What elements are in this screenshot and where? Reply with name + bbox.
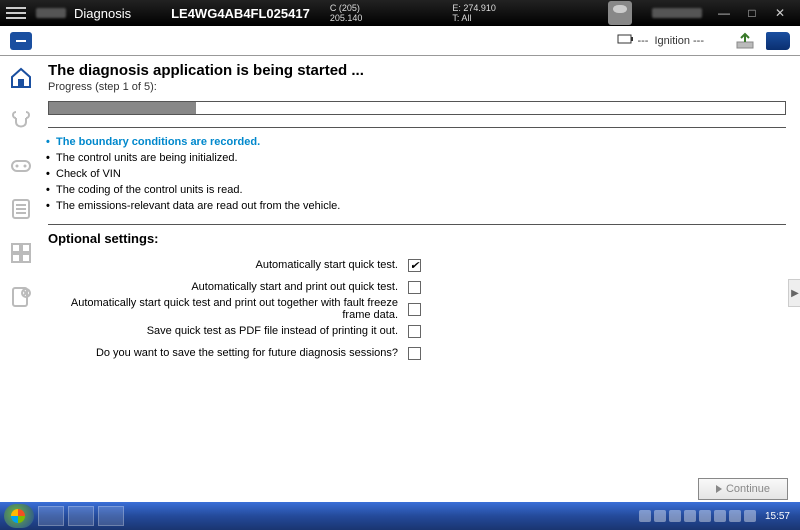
option-row: Automatically start and print out quick … <box>48 276 786 298</box>
sidebar <box>0 56 42 502</box>
battery-icon <box>617 33 635 48</box>
window-maximize-button[interactable]: □ <box>738 4 766 22</box>
option-label: Automatically start quick test. <box>48 259 408 271</box>
sidebar-home-icon[interactable] <box>6 62 36 92</box>
windows-taskbar: 15:57 <box>0 502 800 530</box>
sidebar-report-icon[interactable] <box>6 282 36 312</box>
separator <box>48 224 786 225</box>
taskbar-item[interactable] <box>98 506 124 526</box>
sidebar-grid-icon[interactable] <box>6 238 36 268</box>
battery-status: --- <box>637 35 648 47</box>
collapse-button[interactable] <box>10 32 32 50</box>
obscured-label-2 <box>652 8 702 18</box>
sidebar-controller-icon[interactable] <box>6 150 36 180</box>
tray-icon[interactable] <box>669 510 681 522</box>
option-checkbox[interactable] <box>408 281 421 294</box>
ignition-status: Ignition --- <box>654 35 704 47</box>
option-label: Automatically start quick test and print… <box>48 297 408 321</box>
app-title: Diagnosis <box>74 6 131 21</box>
workspace: The diagnosis application is being start… <box>0 56 800 502</box>
arrow-right-icon <box>716 485 722 493</box>
device-status-icon[interactable] <box>608 1 632 25</box>
taskbar-clock[interactable]: 15:57 <box>765 511 790 522</box>
option-label: Save quick test as PDF file instead of p… <box>48 325 408 337</box>
sidebar-diagnosis-icon[interactable] <box>6 106 36 136</box>
option-checkbox[interactable] <box>408 303 421 316</box>
expand-right-icon[interactable]: ▶ <box>788 279 800 307</box>
system-tray: 15:57 <box>639 510 796 522</box>
option-row: Automatically start quick test. ✔ <box>48 254 786 276</box>
step-item: Check of VIN <box>48 166 786 182</box>
option-label: Do you want to save the setting for futu… <box>48 347 408 359</box>
optional-settings: Automatically start quick test. ✔ Automa… <box>48 254 786 364</box>
toolbar: --- Ignition --- <box>0 26 800 56</box>
option-row: Automatically start quick test and print… <box>48 298 786 320</box>
option-row: Save quick test as PDF file instead of p… <box>48 320 786 342</box>
vin-label: LE4WG4AB4FL025417 <box>171 6 310 21</box>
separator <box>48 127 786 128</box>
vehicle-meta-2: E: 274.910 T: All <box>452 3 496 23</box>
tray-icon[interactable] <box>639 510 651 522</box>
tray-icon[interactable] <box>654 510 666 522</box>
tray-icon[interactable] <box>699 510 711 522</box>
titlebar: Diagnosis LE4WG4AB4FL025417 C (205) 205.… <box>0 0 800 26</box>
obscured-label <box>36 8 66 18</box>
page-title: The diagnosis application is being start… <box>48 62 786 79</box>
taskbar-item[interactable] <box>68 506 94 526</box>
tray-icon[interactable] <box>714 510 726 522</box>
tray-icon[interactable] <box>684 510 696 522</box>
tray-icon[interactable] <box>729 510 741 522</box>
window-minimize-button[interactable]: — <box>710 4 738 22</box>
option-label: Automatically start and print out quick … <box>48 281 408 293</box>
main-panel: The diagnosis application is being start… <box>42 56 800 502</box>
step-item: The emissions-relevant data are read out… <box>48 198 786 214</box>
progress-bar <box>48 101 786 115</box>
step-item: The control units are being initialized. <box>48 150 786 166</box>
step-item: The coding of the control units is read. <box>48 182 786 198</box>
start-button[interactable] <box>4 504 34 528</box>
continue-button-label: Continue <box>726 483 770 495</box>
option-checkbox[interactable]: ✔ <box>408 259 421 272</box>
taskbar-item[interactable] <box>38 506 64 526</box>
step-list: The boundary conditions are recorded. Th… <box>48 134 786 214</box>
option-row: Do you want to save the setting for futu… <box>48 342 786 364</box>
footer-buttons: Continue <box>698 478 788 500</box>
progress-bar-fill <box>49 102 196 114</box>
hamburger-menu-icon[interactable] <box>6 7 26 19</box>
option-checkbox[interactable] <box>408 325 421 338</box>
step-item-current: The boundary conditions are recorded. <box>48 134 786 150</box>
help-book-icon[interactable] <box>766 32 790 50</box>
window-close-button[interactable]: ✕ <box>766 4 794 22</box>
progress-label: Progress (step 1 of 5): <box>48 81 786 93</box>
vehicle-meta-1: C (205) 205.140 <box>330 3 363 23</box>
option-checkbox[interactable] <box>408 347 421 360</box>
tray-icon[interactable] <box>744 510 756 522</box>
export-icon[interactable] <box>734 32 756 50</box>
continue-button[interactable]: Continue <box>698 478 788 500</box>
optional-settings-title: Optional settings: <box>48 231 786 246</box>
sidebar-list-icon[interactable] <box>6 194 36 224</box>
